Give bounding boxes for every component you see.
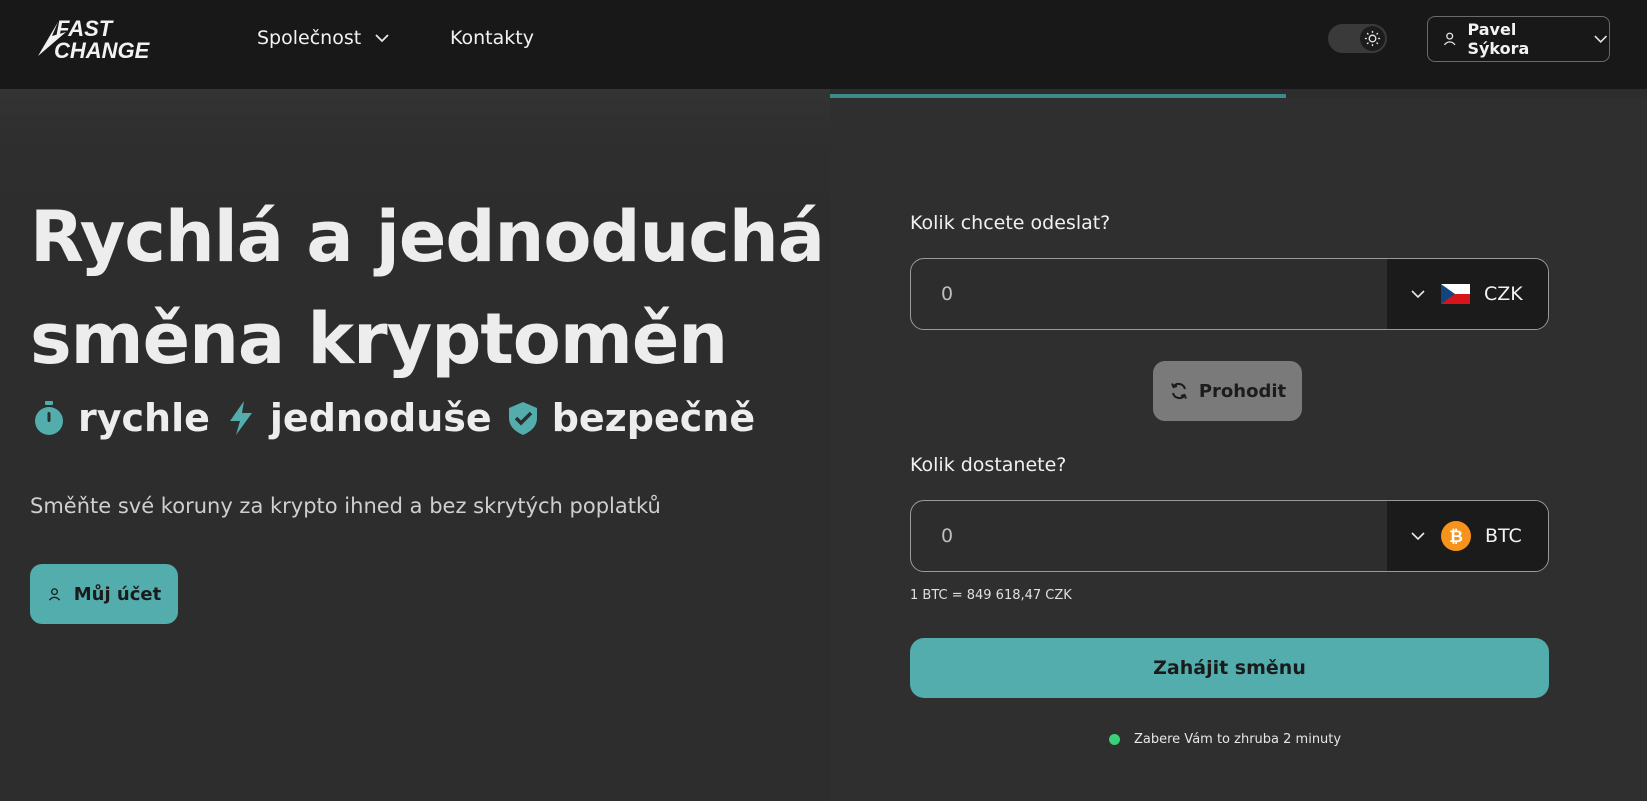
user-menu-button[interactable]: Pavel Sýkora bbox=[1427, 16, 1610, 62]
nav-contacts-link[interactable]: Kontakty bbox=[450, 27, 534, 49]
time-estimate: Zabere Vám to zhruba 2 minuty bbox=[1109, 732, 1341, 747]
lightning-icon bbox=[229, 401, 252, 435]
swap-arrows-icon bbox=[1170, 382, 1187, 400]
theme-toggle[interactable] bbox=[1328, 24, 1387, 53]
receive-currency-select[interactable]: ₿ BTC bbox=[1387, 501, 1548, 571]
stopwatch-icon bbox=[35, 401, 63, 435]
send-currency-code: CZK bbox=[1484, 283, 1523, 305]
start-exchange-button[interactable]: Zahájit směnu bbox=[910, 638, 1549, 698]
chevron-down-icon bbox=[1411, 532, 1425, 541]
feature-list: rychle jednoduše bezpečně bbox=[32, 396, 769, 440]
chevron-down-icon bbox=[375, 34, 389, 43]
feature-simple: jednoduše bbox=[224, 396, 492, 440]
receive-currency-code: BTC bbox=[1485, 525, 1522, 547]
feature-fast: rychle bbox=[32, 396, 210, 440]
top-navbar: FAST CHANGE Společnost Kontakty Pavel Sý… bbox=[0, 0, 1647, 89]
send-currency-select[interactable]: CZK bbox=[1387, 259, 1548, 329]
chevron-down-icon bbox=[1411, 290, 1425, 299]
feature-secure: bezpečně bbox=[506, 396, 755, 440]
swap-button[interactable]: Prohodit bbox=[1153, 361, 1302, 421]
user-icon bbox=[48, 587, 60, 601]
nav-company-dropdown[interactable]: Společnost bbox=[257, 27, 391, 49]
receive-amount-group: ₿ BTC bbox=[910, 500, 1549, 572]
hero-subtitle: Směňte své koruny za krypto ihned a bez … bbox=[30, 494, 661, 518]
send-amount-group: CZK bbox=[910, 258, 1549, 330]
status-dot bbox=[1109, 734, 1120, 745]
hero-title: Rychlá a jednoduchá směna kryptoměn bbox=[30, 186, 830, 390]
exchange-rate: 1 BTC = 849 618,47 CZK bbox=[910, 588, 1072, 603]
my-account-label: Můj účet bbox=[73, 583, 162, 605]
hero-title-line1: Rychlá a jednoduchá bbox=[30, 196, 825, 278]
feature-secure-label: bezpečně bbox=[551, 396, 756, 440]
user-name: Pavel Sýkora bbox=[1467, 20, 1530, 58]
czech-flag-icon bbox=[1441, 284, 1470, 304]
svg-text:CHANGE: CHANGE bbox=[54, 38, 151, 62]
send-amount-input[interactable] bbox=[911, 259, 1389, 329]
chevron-down-icon bbox=[1593, 35, 1607, 43]
fastchange-logo[interactable]: FAST CHANGE bbox=[36, 14, 216, 63]
user-icon bbox=[1443, 32, 1456, 46]
svg-text:₿: ₿ bbox=[1449, 527, 1463, 547]
bitcoin-icon: ₿ bbox=[1441, 521, 1471, 551]
hero-title-line2: směna kryptoměn bbox=[30, 298, 728, 380]
feature-fast-label: rychle bbox=[78, 396, 210, 440]
shield-check-icon bbox=[508, 402, 537, 435]
my-account-button[interactable]: Můj účet bbox=[30, 564, 178, 624]
send-amount-label: Kolik chcete odeslat? bbox=[910, 212, 1111, 234]
nav-company-label: Společnost bbox=[257, 27, 362, 49]
sun-icon bbox=[1364, 30, 1381, 47]
time-estimate-text: Zabere Vám to zhruba 2 minuty bbox=[1134, 732, 1342, 747]
swap-label: Prohodit bbox=[1198, 380, 1287, 402]
receive-amount-label: Kolik dostanete? bbox=[910, 454, 1067, 476]
theme-toggle-knob bbox=[1360, 26, 1385, 51]
feature-simple-label: jednoduše bbox=[269, 396, 492, 440]
receive-amount-input[interactable] bbox=[911, 501, 1389, 571]
header-accent-underline bbox=[830, 94, 1286, 98]
